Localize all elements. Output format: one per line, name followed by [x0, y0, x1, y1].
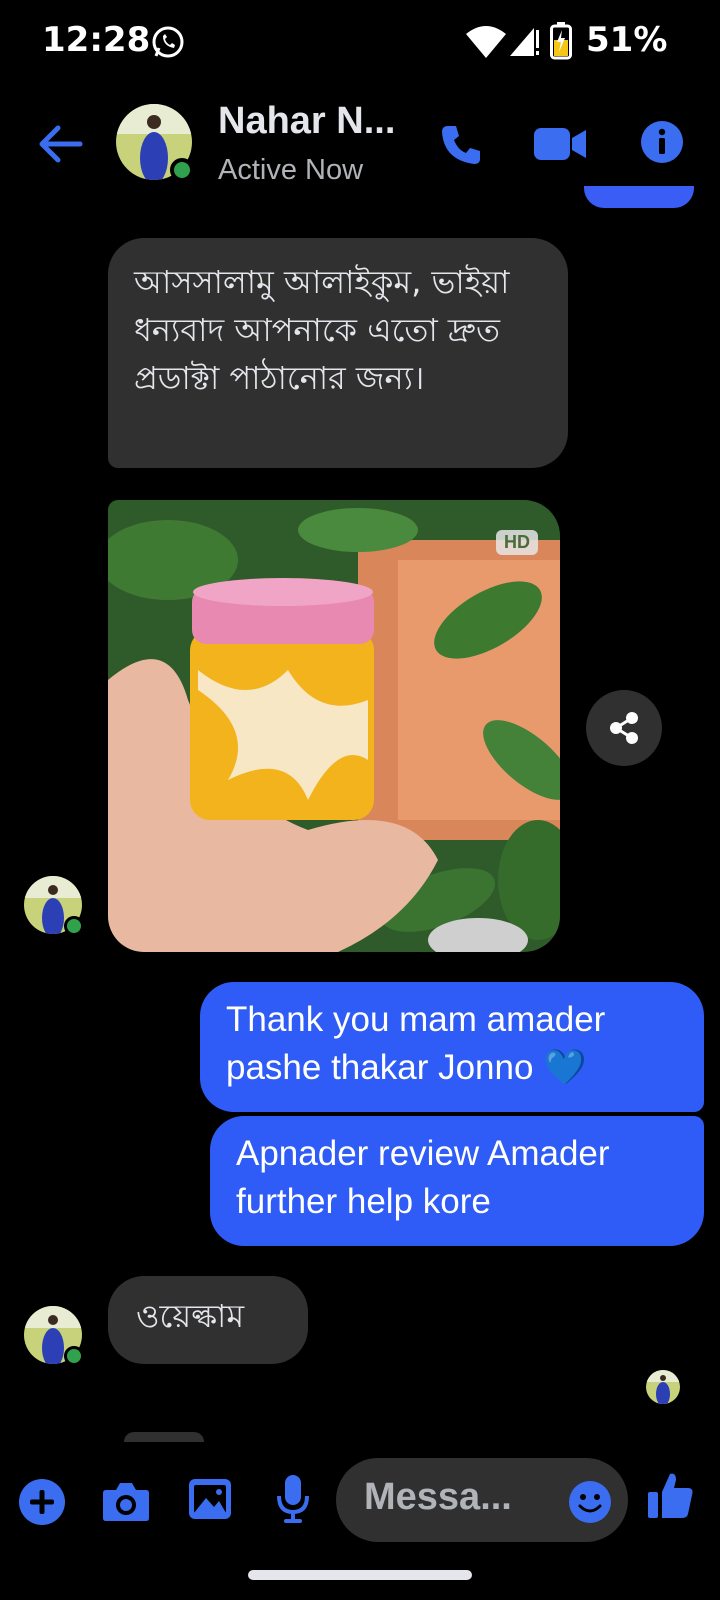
photo-message[interactable]: HD [108, 500, 560, 952]
home-indicator[interactable] [248, 1570, 472, 1580]
plus-icon[interactable] [18, 1478, 66, 1526]
signal-icon [510, 28, 539, 56]
hd-badge: HD [496, 530, 538, 555]
message-composer: Messa... [0, 1450, 720, 1550]
seen-receipt-avatar [646, 1370, 680, 1404]
chat-header: Nahar N... Active Now [0, 96, 720, 196]
contact-name[interactable]: Nahar N... [218, 100, 395, 143]
emoji-icon[interactable] [568, 1480, 612, 1524]
typing-bubble-edge [124, 1432, 204, 1442]
online-indicator [170, 158, 194, 182]
phone-call-icon[interactable] [438, 122, 484, 168]
video-call-icon[interactable] [534, 124, 586, 164]
thumbs-up-icon[interactable] [648, 1470, 694, 1520]
battery-percent: 51% [586, 20, 668, 60]
whatsapp-icon [152, 26, 184, 58]
gallery-icon[interactable] [188, 1478, 232, 1520]
online-indicator [64, 916, 84, 936]
message-input-placeholder: Messa... [364, 1476, 512, 1518]
share-button[interactable] [586, 690, 662, 766]
camera-icon[interactable] [102, 1480, 150, 1522]
online-indicator [64, 1346, 84, 1366]
outgoing-message[interactable]: Thank you mam amader pashe thakar Jonno … [200, 982, 704, 1112]
jar-photo-image [108, 500, 560, 952]
back-arrow-icon[interactable] [36, 122, 84, 166]
wifi-icon [466, 26, 506, 58]
microphone-icon[interactable] [276, 1474, 310, 1524]
status-bar: 12:28 51% [0, 0, 720, 84]
incoming-message[interactable]: আসসালামু আলাইকুম, ভাইয়া ধন্যবাদ আপনাকে … [108, 238, 568, 468]
outgoing-message[interactable]: Apnader review Amader further help kore [210, 1116, 704, 1246]
previous-message-edge [584, 186, 694, 208]
battery-icon [550, 22, 572, 60]
incoming-message[interactable]: ওয়েল্কাম [108, 1276, 308, 1364]
contact-status: Active Now [218, 154, 364, 186]
info-icon[interactable] [640, 120, 684, 164]
share-icon [610, 712, 638, 744]
status-time: 12:28 [42, 20, 151, 60]
